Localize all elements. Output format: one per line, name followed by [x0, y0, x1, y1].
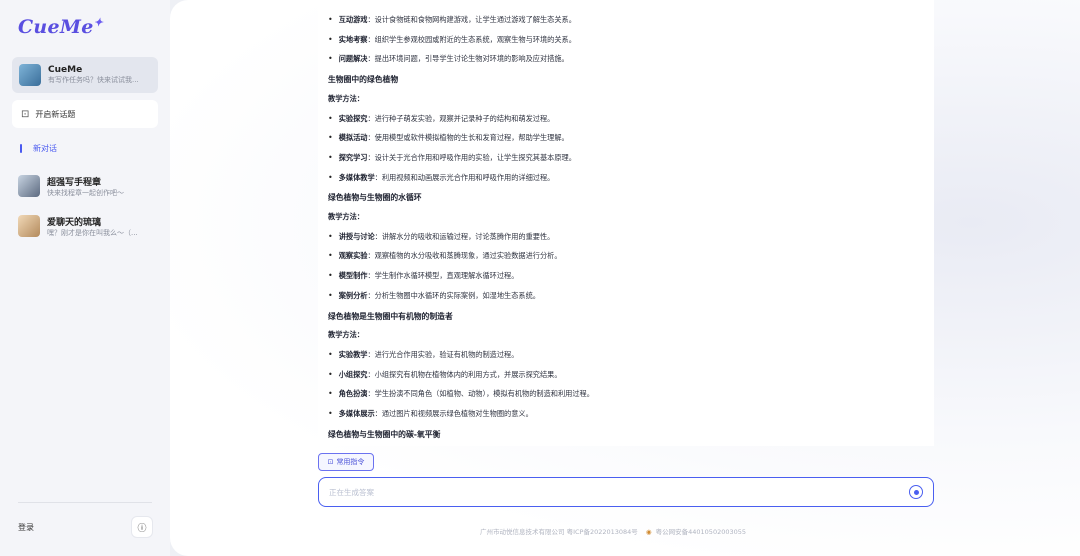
- sparkle-icon: ✦: [93, 16, 104, 29]
- bot-card-cueme[interactable]: CueMe 有写作任务吗？快来试试我...: [12, 57, 158, 93]
- stop-generating-icon[interactable]: [909, 485, 923, 499]
- login-button[interactable]: 登录: [18, 522, 34, 533]
- avatar: [18, 175, 40, 197]
- list-item: 实验探究：进行种子萌发实验，观察并记录种子的结构和萌发过程。: [328, 113, 555, 124]
- list-item-label: 模拟活动: [338, 133, 368, 143]
- list-item-text: ：讲解水分的吸收和运输过程，讨论蒸腾作用的重要性。: [374, 231, 555, 241]
- chat-plus-icon: ⊡: [21, 108, 30, 120]
- section-heading: 绿色植物是生物圈中有机物的制造者: [328, 311, 453, 321]
- common-commands-button[interactable]: ⊡ 常用指令: [318, 453, 374, 471]
- main-area: 互动游戏：设计食物链和食物网构建游戏，让学生通过游戏了解生态关系。实地考察：组织…: [170, 0, 1080, 556]
- list-item: 问题解决：提出环境问题，引导学生讨论生物对环境的影响及应对措施。: [328, 54, 569, 64]
- list-item-label: 探究学习: [338, 152, 368, 162]
- chat-title: 爱聊天的琉璃: [47, 217, 102, 228]
- list-item-label: 模型制作: [338, 271, 368, 281]
- list-item-label: 角色扮演: [338, 389, 368, 399]
- new-topic-label: 开启新话题: [35, 109, 76, 119]
- list-item-label: 案例分析: [338, 290, 368, 300]
- chat-subtitle: 嘿？刚才是你在叫我么～（...: [47, 228, 138, 237]
- list-item: 多媒体教学：利用视频和动画展示光合作用和呼吸作用的详细过程。: [328, 172, 555, 183]
- info-icon[interactable]: ⓘ: [131, 516, 153, 538]
- list-item: 讲授与讨论：讲解水分的吸收和运输过程，讨论蒸腾作用的重要性。: [328, 231, 555, 242]
- list-item-text: ：分析生物圈中水循环的实际案例，如湿地生态系统。: [367, 290, 540, 300]
- list-item-label: 多媒体教学: [338, 172, 375, 182]
- list-item-text: ：观察植物的水分吸收和蒸腾现象，通过实验数据进行分析。: [367, 251, 562, 261]
- list-item-text: ：小组探究有机物在植物体内的利用方式，并展示探究结果。: [367, 369, 562, 379]
- list-item-text: ：学生扮演不同角色（如植物、动物），模拟有机物的制造和利用过程。: [367, 389, 594, 399]
- list-item: 探究学习：设计关于光合作用和呼吸作用的实验，让学生探究其基本原理。: [328, 153, 576, 163]
- sidebar-item-chat[interactable]: 超强写手程章 快来找程章一起创作吧～: [18, 173, 158, 199]
- list-item-text: ：进行光合作用实验，验证有机物的制造过程。: [367, 349, 519, 359]
- list-item: 观察实验：观察植物的水分吸收和蒸腾现象，通过实验数据进行分析。: [328, 251, 562, 261]
- list-item-text: ：利用视频和动画展示光合作用和呼吸作用的详细过程。: [374, 172, 555, 182]
- list-item: 互动游戏：设计食物链和食物网构建游戏，让学生通过游戏了解生态关系。: [328, 15, 576, 25]
- list-item-text: ：学生制作水循环模型，直观理解水循环过程。: [367, 271, 519, 281]
- list-item-label: 讲授与讨论: [338, 231, 375, 241]
- chat-title: 超强写手程章: [47, 177, 102, 188]
- list-item-label: 多媒体展示: [338, 409, 375, 418]
- subheading: 教学方法：: [328, 330, 364, 340]
- footer-police[interactable]: 粤公网安备44010502003055: [656, 528, 746, 536]
- sidebar-item-new-chat[interactable]: 新对话: [20, 143, 57, 154]
- chat-response: 互动游戏：设计食物链和食物网构建游戏，让学生通过游戏了解生态关系。实地考察：组织…: [318, 0, 934, 446]
- list-item-label: 实验教学: [338, 349, 368, 359]
- active-indicator: [20, 144, 22, 153]
- list-item: 实地考察：组织学生参观校园或附近的生态系统，观察生物与环境的关系。: [328, 35, 576, 45]
- list-item-text: ：设计关于光合作用和呼吸作用的实验，让学生探究其基本原理。: [367, 152, 576, 162]
- list-item: 多媒体展示：通过图片和视频展示绿色植物对生物圈的意义。: [328, 409, 533, 419]
- list-item: 小组探究：小组探究有机物在植物体内的利用方式，并展示探究结果。: [328, 370, 562, 380]
- list-item-label: 实地考察: [338, 34, 368, 44]
- bot-card-subtitle: 有写作任务吗？快来试试我...: [48, 76, 139, 84]
- list-item: 实验教学：进行光合作用实验，验证有机物的制造过程。: [328, 349, 519, 360]
- list-item-label: 互动游戏: [338, 15, 368, 24]
- subheading: 教学方法：: [328, 212, 364, 221]
- avatar: [19, 64, 41, 86]
- chat-subtitle: 快来找程章一起创作吧～: [47, 188, 124, 197]
- section-heading: 生物圈中的绿色植物: [328, 75, 399, 85]
- sidebar-item-chat[interactable]: 爱聊天的琉璃 嘿？刚才是你在叫我么～（...: [18, 213, 158, 239]
- list-item-label: 实验探究: [338, 113, 368, 123]
- list-item-text: ：设计食物链和食物网构建游戏，让学生通过游戏了解生态关系。: [367, 15, 576, 24]
- list-item: 模拟活动：使用模型或软件模拟植物的生长和发育过程，帮助学生理解。: [328, 133, 569, 143]
- bot-card-title: CueMe: [48, 65, 83, 75]
- list-item-text: ：进行种子萌发实验，观察并记录种子的结构和萌发过程。: [367, 113, 555, 123]
- avatar: [18, 215, 40, 237]
- command-icon: ⊡: [327, 458, 334, 466]
- footer: 广州市动悦信息技术有限公司 粤ICP备2022013084号 ◉ 粤公网安备44…: [480, 526, 746, 536]
- divider: [18, 502, 152, 503]
- list-item: 角色扮演：学生扮演不同角色（如植物、动物），模拟有机物的制造和利用过程。: [328, 389, 594, 399]
- sidebar: CueMe✦ CueMe 有写作任务吗？快来试试我... ⊡ 开启新话题 新对话…: [0, 0, 170, 556]
- list-item-text: ：提出环境问题，引导学生讨论生物对环境的影响及应对措施。: [367, 54, 569, 64]
- list-item-text: ：组织学生参观校园或附近的生态系统，观察生物与环境的关系。: [367, 34, 576, 44]
- new-topic-button[interactable]: ⊡ 开启新话题: [12, 100, 158, 128]
- list-item: 模型制作：学生制作水循环模型，直观理解水循环过程。: [328, 271, 519, 281]
- new-chat-label: 新对话: [33, 144, 57, 153]
- list-item-label: 观察实验: [338, 251, 368, 261]
- list-item: 案例分析：分析生物圈中水循环的实际案例，如湿地生态系统。: [328, 291, 540, 301]
- list-item-label: 问题解决: [338, 54, 368, 64]
- list-item-text: ：使用模型或软件模拟植物的生长和发育过程，帮助学生理解。: [367, 133, 569, 143]
- subheading: 教学方法：: [328, 93, 364, 103]
- police-badge-icon: ◉: [645, 528, 652, 536]
- footer-company[interactable]: 广州市动悦信息技术有限公司 粤ICP备2022013084号: [480, 528, 638, 536]
- list-item-text: ：通过图片和视频展示绿色植物对生物圈的意义。: [374, 409, 533, 418]
- common-commands-label: 常用指令: [336, 458, 365, 466]
- section-heading: 绿色植物与生物圈中的碳-氧平衡: [328, 429, 441, 439]
- section-heading: 绿色植物与生物圈的水循环: [328, 193, 422, 203]
- app-logo[interactable]: CueMe✦: [18, 16, 103, 38]
- message-input-box[interactable]: [318, 477, 934, 507]
- logo-text: CueMe: [18, 16, 94, 38]
- message-input[interactable]: [329, 487, 909, 497]
- list-item-label: 小组探究: [338, 369, 368, 379]
